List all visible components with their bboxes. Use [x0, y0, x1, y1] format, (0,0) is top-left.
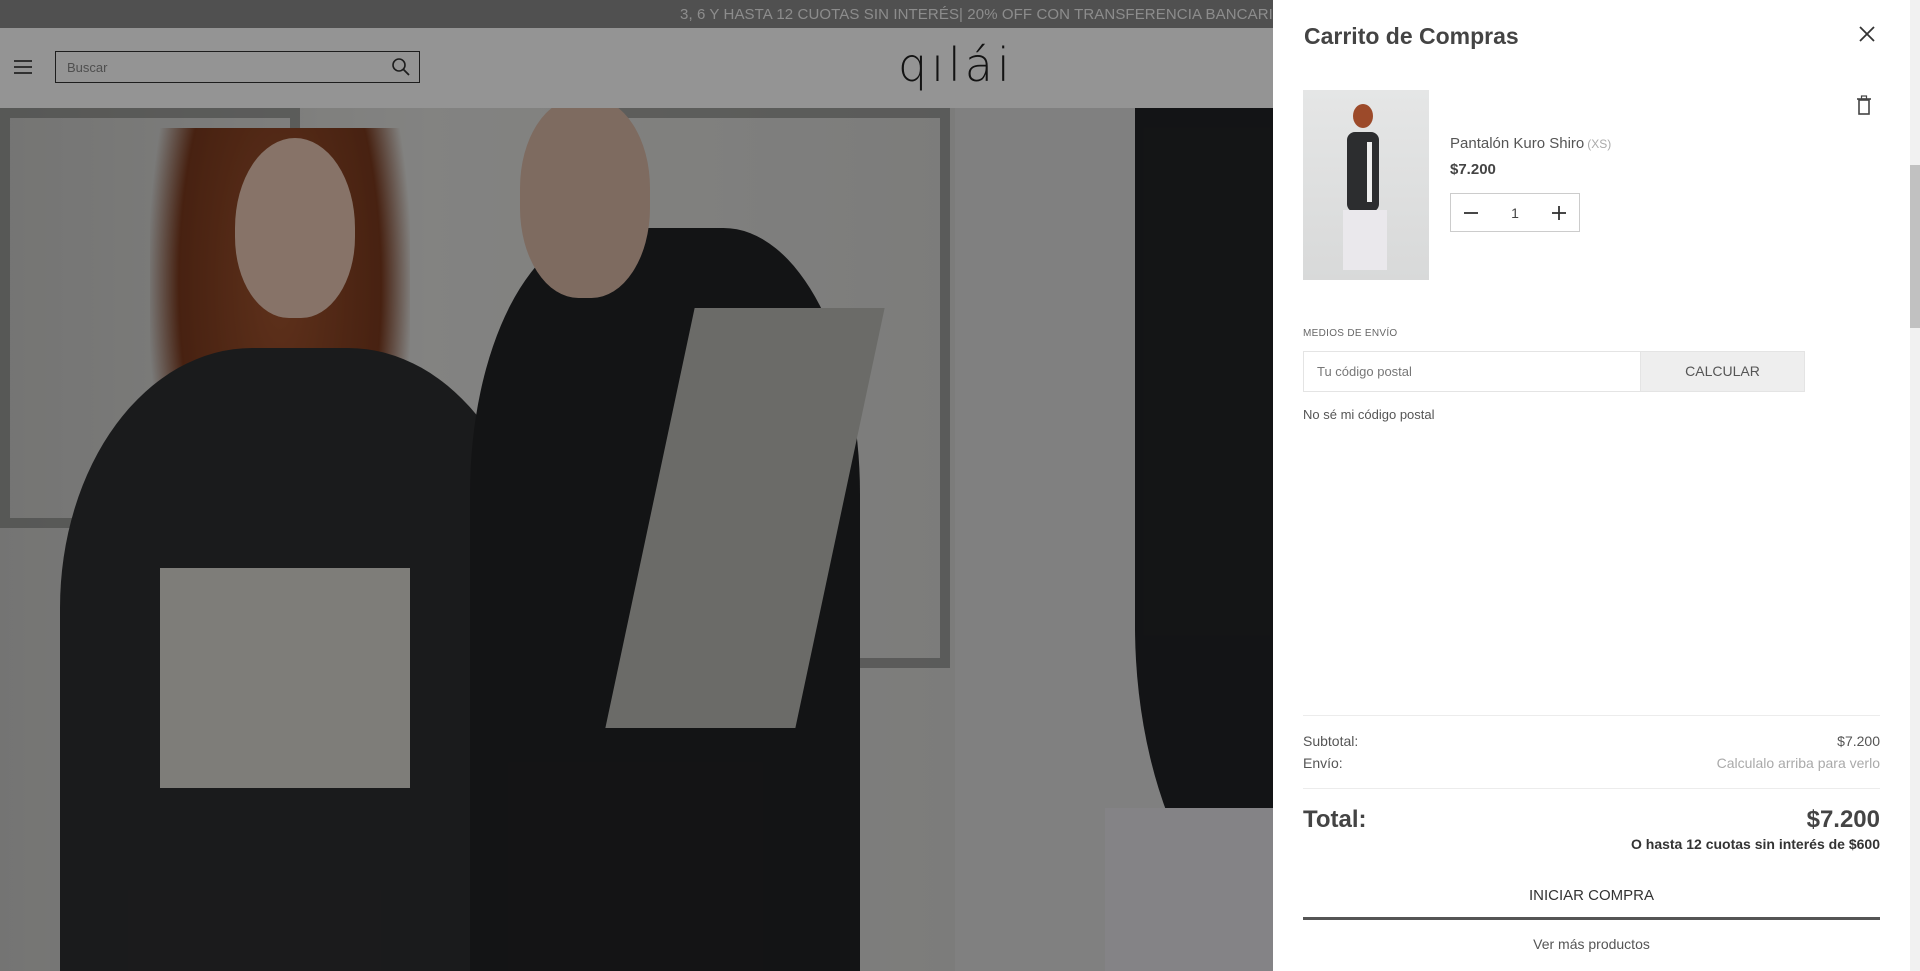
quantity-stepper — [1450, 193, 1580, 232]
more-products-link[interactable]: Ver más productos — [1303, 936, 1880, 952]
shipping-label: MEDIOS DE ENVÍO — [1303, 328, 1398, 339]
subtotal-value: $7.200 — [1837, 733, 1880, 749]
total-label: Total: — [1303, 806, 1367, 833]
plus-icon[interactable] — [1539, 194, 1579, 231]
calculate-button[interactable]: CALCULAR — [1640, 351, 1805, 392]
total-value: $7.200 — [1806, 806, 1880, 833]
zip-code-input[interactable] — [1303, 351, 1641, 392]
installments-text: O hasta 12 cuotas sin interés de $600 — [1630, 836, 1880, 852]
cart-item-price: $7.200 — [1450, 161, 1496, 178]
shipping-cost-value: Calculalo arriba para verlo — [1716, 755, 1880, 771]
cart-item-image[interactable] — [1303, 90, 1429, 280]
cart-item-variant: (XS) — [1587, 137, 1612, 151]
shipping-cost-label: Envío: — [1303, 755, 1343, 771]
trash-icon[interactable] — [1856, 95, 1872, 115]
subtotal-label: Subtotal: — [1303, 733, 1359, 749]
scrollbar-thumb[interactable] — [1910, 165, 1920, 328]
cart-item-title: Pantalón Kuro Shiro — [1450, 135, 1585, 152]
divider — [1303, 788, 1880, 789]
scrollbar-track[interactable] — [1910, 0, 1920, 971]
checkout-button[interactable]: INICIAR COMPRA — [1303, 876, 1880, 920]
minus-icon[interactable] — [1451, 194, 1491, 231]
cart-item-name[interactable]: Pantalón Kuro Shiro (XS) — [1450, 135, 1611, 152]
close-icon[interactable] — [1857, 24, 1877, 44]
quantity-input[interactable] — [1491, 194, 1539, 231]
cart-title: Carrito de Compras — [1304, 23, 1519, 49]
divider — [1303, 715, 1880, 716]
cart-drawer: Carrito de Compras Pantalón Kuro Shiro (X… — [1273, 0, 1920, 971]
no-zip-link[interactable]: No sé mi código postal — [1303, 407, 1435, 422]
